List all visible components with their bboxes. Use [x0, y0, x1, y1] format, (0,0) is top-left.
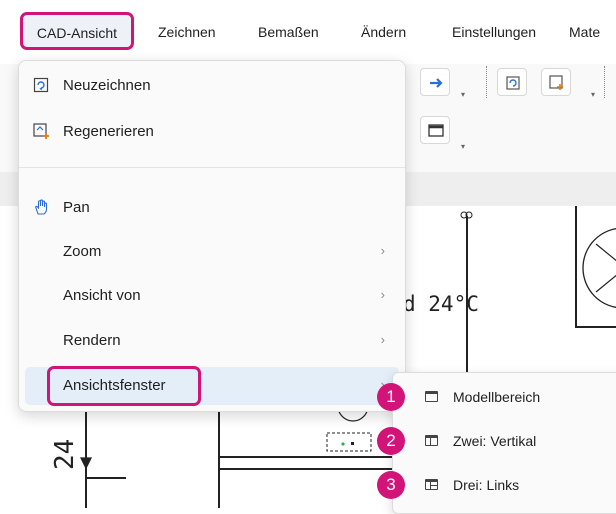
menu-item-label: Zoom — [63, 243, 102, 260]
step-badge: 2 — [377, 427, 405, 455]
arrow-right-button[interactable] — [420, 68, 450, 96]
chevron-right-icon: › — [380, 287, 385, 302]
dimension-tick — [86, 477, 126, 479]
dimension-arrow-icon — [79, 446, 93, 470]
two-vertical-viewport-icon — [425, 435, 438, 446]
menu-cad-ansicht-label: CAD-Ansicht — [36, 25, 118, 41]
menu-item-label: Ansicht von — [63, 287, 141, 304]
window-icon — [428, 124, 444, 137]
regenerate-icon — [33, 123, 49, 139]
toolbar-caret-icon[interactable]: ▾ — [591, 90, 595, 99]
menu-item-neuzeichnen[interactable]: Neuzeichnen — [25, 67, 399, 105]
toolbar-separator — [486, 66, 487, 98]
arrow-right-icon — [430, 78, 443, 88]
menu-item-ansicht-von[interactable]: Ansicht von › — [25, 277, 399, 315]
menu-bar: CAD-Ansicht Zeichnen Bemaßen Ändern Eins… — [0, 0, 616, 64]
three-left-viewport-icon — [425, 479, 438, 490]
chevron-right-icon: › — [380, 332, 385, 347]
submenu-item-modellbereich[interactable]: 1 Modellbereich — [377, 377, 616, 417]
redraw-icon — [33, 77, 49, 93]
menu-bemassen[interactable]: Bemaßen — [258, 24, 319, 40]
drawing-dimension-label: 24 — [50, 438, 80, 470]
toolbar-separator — [604, 66, 605, 98]
menu-cad-ansicht[interactable]: CAD-Ansicht — [20, 12, 134, 50]
drawing-marker — [460, 211, 473, 219]
window-button[interactable] — [420, 116, 450, 144]
menu-divider — [19, 167, 405, 168]
drawing-circle-symbol — [582, 227, 616, 309]
menu-item-label: Neuzeichnen — [63, 77, 151, 94]
regenerate-icon — [549, 75, 563, 90]
toolbar-caret-icon[interactable]: ▾ — [461, 142, 465, 151]
redraw-toolbar-button[interactable] — [497, 68, 527, 96]
redraw-icon — [506, 76, 520, 90]
menu-item-label: Regenerieren — [63, 123, 154, 140]
submenu-item-zwei-vertikal[interactable]: 2 Zwei: Vertikal — [377, 421, 616, 461]
menu-item-label: Pan — [63, 199, 90, 216]
menu-aendern[interactable]: Ändern — [361, 24, 406, 40]
drawing-component-symbol — [326, 432, 372, 452]
menu-item-pan[interactable]: Pan — [25, 189, 399, 227]
menu-item-zoom[interactable]: Zoom › — [25, 233, 399, 271]
cad-ansicht-dropdown: Neuzeichnen Regenerieren Pan Zoom › Ansi… — [18, 60, 406, 412]
menu-zeichnen[interactable]: Zeichnen — [158, 24, 216, 40]
submenu-item-label: Zwei: Vertikal — [453, 433, 537, 449]
menu-item-rendern[interactable]: Rendern › — [25, 322, 399, 360]
submenu-item-label: Modellbereich — [453, 389, 541, 405]
drawing-temperature-label: d 24°C — [403, 292, 479, 316]
submenu-item-label: Drei: Links — [453, 477, 520, 493]
step-badge: 3 — [377, 471, 405, 499]
single-viewport-icon — [425, 391, 438, 402]
menu-item-label: Rendern — [63, 332, 121, 349]
ansichtsfenster-highlight-box — [47, 366, 201, 406]
pan-hand-icon — [35, 199, 48, 215]
menu-einstellungen[interactable]: Einstellungen — [452, 24, 536, 40]
step-badge: 1 — [377, 383, 405, 411]
regenerate-toolbar-button[interactable] — [541, 68, 571, 96]
submenu-item-drei-links[interactable]: 3 Drei: Links — [377, 465, 616, 505]
ansichtsfenster-submenu: 1 Modellbereich 2 Zwei: Vertikal 3 Drei:… — [377, 372, 616, 514]
drawing-vertical-line — [218, 406, 220, 508]
chevron-right-icon: › — [380, 243, 385, 258]
toolbar-caret-icon[interactable]: ▾ — [461, 90, 465, 99]
menu-item-regenerieren[interactable]: Regenerieren — [25, 113, 399, 151]
drawing-box-edge — [575, 206, 577, 326]
drawing-box-edge — [575, 326, 616, 328]
menu-mate[interactable]: Mate — [569, 24, 600, 40]
